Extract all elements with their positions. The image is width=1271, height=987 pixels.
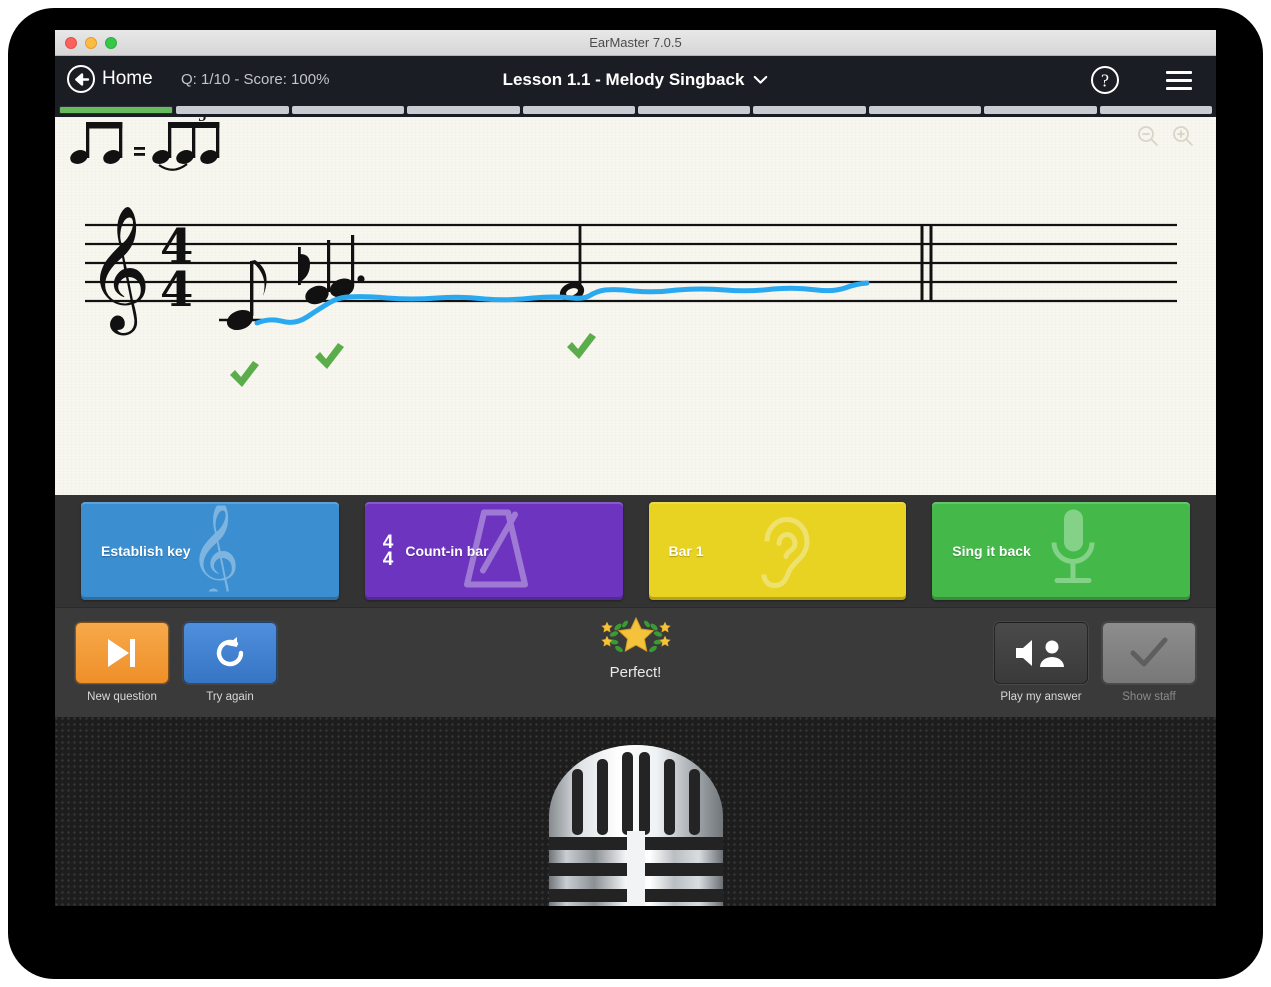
home-label: Home (102, 68, 153, 89)
treble-clef-icon: 𝄞 (87, 205, 151, 335)
control-caption: Show staff (1122, 691, 1176, 703)
ear-icon (753, 506, 819, 597)
menu-line (1166, 87, 1192, 90)
progress-segment-2 (176, 106, 289, 114)
svg-text:𝄞: 𝄞 (189, 506, 240, 592)
verdict-text: Perfect! (609, 664, 662, 681)
stage-buttons-row: Establish key 𝄞 4 4 Count-in bar Bar 1 Sing it… (55, 495, 1216, 607)
menu-line (1166, 71, 1192, 74)
correct-checkmark (315, 343, 344, 369)
question-progress-bar (55, 104, 1216, 117)
stage-button-bar-1[interactable]: Bar 1 (648, 502, 907, 600)
progress-segment-6 (638, 106, 751, 114)
lesson-title[interactable]: Lesson 1.1 - Melody Singback (503, 70, 745, 90)
vintage-microphone-icon (548, 745, 723, 906)
stage-time-signature: 44 (382, 531, 394, 570)
stage-label: Establish key (101, 543, 191, 559)
progress-segment-5 (522, 106, 636, 114)
checkmark-icon (1102, 622, 1196, 684)
stage-button-count-in-bar[interactable]: 4 4 Count-in bar (364, 502, 623, 600)
app-window: EarMaster 7.0.5 Home Q: 1/10 - Score: 10… (55, 30, 1216, 906)
control-play-my-answer[interactable]: Play my answer (994, 622, 1088, 703)
control-group-right: Play my answer Show staff (994, 622, 1196, 703)
microphone-icon (1044, 507, 1102, 596)
stage-button-establish-key[interactable]: Establish key 𝄞 (81, 502, 339, 600)
star-laurel-badge (600, 616, 671, 653)
speaker-person-icon[interactable] (994, 622, 1088, 684)
window-title: EarMaster 7.0.5 (589, 35, 682, 50)
stage-label: Bar 1 (668, 543, 704, 559)
control-caption: Play my answer (1000, 691, 1082, 703)
control-caption: New question (87, 691, 157, 703)
zoom-in-icon[interactable] (1172, 125, 1194, 147)
note-eighth-flat (298, 240, 331, 305)
progress-segment-10 (1099, 106, 1213, 114)
treble-clef-icon: 𝄞 (189, 502, 251, 600)
stage-label: Sing it back (952, 543, 1031, 559)
chevron-down-icon[interactable] (753, 75, 768, 85)
control-bar: New question Try again Perfect! Play my … (55, 607, 1216, 717)
menu-line (1166, 79, 1192, 82)
zoom-out-icon[interactable] (1137, 125, 1159, 147)
time-signature: 4 4 (160, 219, 193, 318)
svg-text:3: 3 (198, 117, 207, 125)
stage-label: Count-in bar (405, 543, 489, 559)
microphone-panel (55, 717, 1216, 906)
app-header: Home Q: 1/10 - Score: 100% Lesson 1.1 - … (55, 56, 1216, 104)
score-panel: 3 𝄞 4 4 (55, 117, 1216, 495)
swing-notation-icon: 3 (70, 117, 220, 171)
svg-text:4: 4 (160, 262, 193, 318)
home-button[interactable]: Home (67, 65, 153, 93)
progress-segment-8 (868, 106, 982, 114)
back-arrow-icon (67, 65, 95, 93)
progress-segment-4 (407, 106, 520, 114)
progress-segment-1 (59, 106, 174, 114)
svg-text:?: ? (1101, 71, 1109, 91)
hamburger-menu-icon[interactable] (1166, 71, 1192, 90)
stage-button-sing-it-back[interactable]: Sing it back (932, 502, 1190, 600)
music-staff-graphic: 3 𝄞 4 4 (70, 117, 1177, 387)
correct-checkmark (230, 361, 259, 387)
svg-text:𝄞: 𝄞 (87, 205, 151, 335)
question-score-status: Q: 1/10 - Score: 100% (181, 71, 330, 88)
control-show-staff: Show staff (1102, 622, 1196, 703)
control-caption: Try again (206, 691, 254, 703)
help-question-icon[interactable]: ? (1090, 65, 1120, 95)
progress-segment-7 (753, 106, 866, 114)
progress-segment-9 (984, 106, 1097, 114)
window-titlebar: EarMaster 7.0.5 (55, 30, 1216, 56)
progress-segment-3 (291, 106, 405, 114)
correct-checkmark (567, 333, 596, 359)
